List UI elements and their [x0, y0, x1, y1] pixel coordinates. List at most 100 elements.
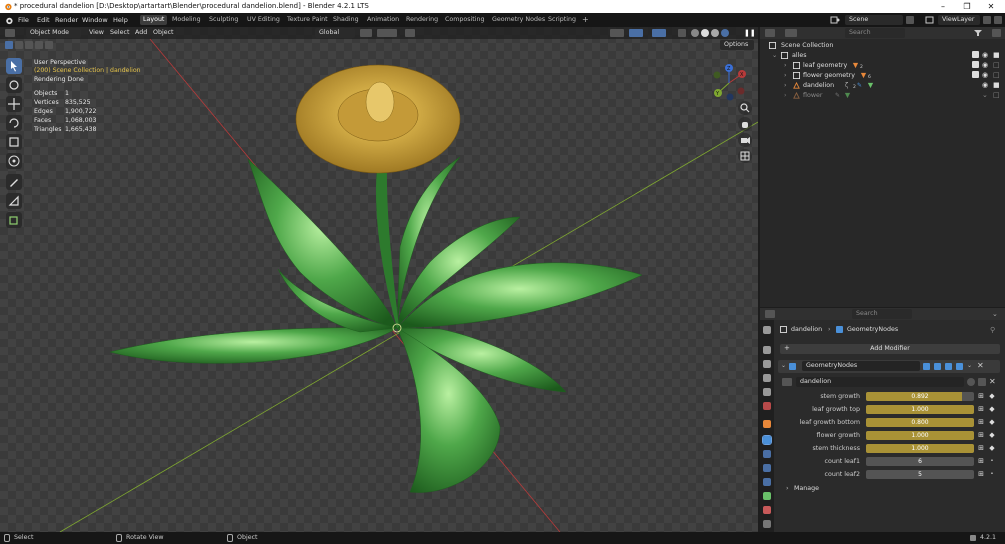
3d-viewport[interactable]: Object Mode View Select Add Object Globa… [0, 27, 758, 532]
tab-animation[interactable]: Animation [364, 15, 402, 25]
outliner-row-collection[interactable]: ⌄ alles ◉ ■ [760, 51, 1005, 61]
exclude-checkbox[interactable] [972, 61, 979, 68]
stem-thickness-slider[interactable]: 1.000 [866, 444, 974, 453]
keyframe-dot-icon[interactable]: • [988, 457, 996, 465]
modifier-menu-chevron-icon[interactable]: ⌄ [967, 362, 972, 369]
render-camera-icon[interactable]: □ [993, 71, 1000, 79]
pause-render-icon[interactable]: ❚❚ [744, 29, 756, 37]
viewport-menu-add[interactable]: Add [135, 29, 147, 36]
keyframe-icon[interactable]: ◆ [988, 418, 996, 426]
close-button[interactable]: ✕ [981, 1, 1001, 12]
eye-hidden-icon[interactable]: ⌄ [982, 91, 988, 99]
texture-tab-icon[interactable] [763, 520, 771, 528]
new-view-layer-icon[interactable] [983, 16, 991, 24]
pin-icon[interactable]: ⚲ [990, 326, 995, 334]
expand-chevron-icon[interactable]: ⌄ [772, 52, 777, 59]
camera-view-button[interactable] [738, 133, 752, 147]
overlay-toggle-icon[interactable] [652, 29, 666, 37]
node-socket-icon[interactable]: ⊞ [977, 431, 985, 439]
data-tab-icon[interactable] [763, 492, 771, 500]
duplicate-icon[interactable] [978, 378, 986, 386]
viewport-canvas[interactable] [0, 27, 758, 532]
annotate-tool[interactable] [6, 174, 22, 190]
menu-window[interactable]: Window [82, 16, 108, 24]
object-mode-dropdown[interactable]: Object Mode [26, 28, 81, 38]
select-box-tool[interactable] [6, 58, 22, 74]
render-camera-icon[interactable]: ■ [993, 81, 1000, 89]
measure-tool[interactable] [6, 193, 22, 209]
outliner-row-object[interactable]: › flower geometry 6 ◉ □ [760, 71, 1005, 81]
tab-rendering[interactable]: Rendering [403, 15, 441, 25]
navigation-gizmo[interactable]: X Y Z [708, 62, 750, 104]
render-camera-icon[interactable]: ■ [993, 51, 1000, 59]
view-layer-tab-icon[interactable] [763, 374, 771, 382]
expand-chevron-icon[interactable]: › [784, 72, 787, 79]
node-tree-icon[interactable] [782, 378, 792, 386]
outliner-row-scene-collection[interactable]: Scene Collection [760, 41, 1005, 51]
pan-view-button[interactable] [738, 117, 752, 131]
cursor-tool[interactable] [6, 77, 22, 93]
viewport-toggle-icon[interactable] [945, 363, 952, 370]
tool-tab-icon[interactable] [763, 326, 771, 334]
outliner-row-object[interactable]: › leaf geometry 2 ◉ □ [760, 61, 1005, 71]
modifier-header[interactable]: ⌄ GeometryNodes ⌄ ✕ [778, 360, 1000, 373]
flower-growth-slider[interactable]: 1.000 [866, 431, 974, 440]
shading-material-icon[interactable] [711, 29, 719, 37]
tab-modeling[interactable]: Modeling [169, 15, 204, 25]
menu-edit[interactable]: Edit [37, 16, 50, 24]
cage-toggle-icon[interactable] [934, 363, 941, 370]
select-subtract-icon[interactable] [25, 41, 33, 49]
node-socket-icon[interactable]: ⊞ [977, 418, 985, 426]
eye-icon[interactable]: ◉ [982, 51, 988, 59]
select-intersect-icon[interactable] [45, 41, 53, 49]
keyframe-icon[interactable]: ◆ [988, 431, 996, 439]
add-cube-tool[interactable] [6, 212, 22, 228]
render-camera-icon[interactable]: □ [993, 91, 1000, 99]
collapse-chevron-icon[interactable]: ⌄ [781, 362, 786, 369]
keyframe-icon[interactable]: ◆ [988, 444, 996, 452]
menu-help[interactable]: Help [113, 16, 128, 24]
transform-orientation-dropdown[interactable]: Global [315, 28, 355, 38]
gizmo-toggle-icon[interactable] [629, 29, 643, 37]
shading-solid-icon[interactable] [701, 29, 709, 37]
tab-scripting[interactable]: Scripting [545, 15, 579, 25]
pivot-icon[interactable] [360, 29, 372, 37]
select-invert-icon[interactable] [35, 41, 43, 49]
eye-icon[interactable]: ◉ [982, 81, 988, 89]
render-tab-icon[interactable] [763, 346, 771, 354]
viewport-menu-view[interactable]: View [89, 29, 104, 36]
blender-menu-icon[interactable] [4, 16, 13, 25]
count-leaf2-field[interactable]: 5 [866, 470, 974, 479]
shading-wireframe-icon[interactable] [691, 29, 699, 37]
add-workspace-button[interactable]: + [579, 14, 592, 24]
exclude-checkbox[interactable] [972, 71, 979, 78]
remove-view-layer-icon[interactable] [994, 16, 1002, 24]
node-socket-icon[interactable]: ⊞ [977, 457, 985, 465]
leaf-growth-bottom-slider[interactable]: 0.800 [866, 418, 974, 427]
ortho-toggle-button[interactable] [738, 149, 752, 163]
leaf-growth-top-slider[interactable]: 1.000 [866, 405, 974, 414]
tab-sculpting[interactable]: Sculpting [206, 15, 241, 25]
new-collection-icon[interactable] [992, 29, 1001, 37]
node-group-selector[interactable]: dandelion [796, 377, 964, 387]
expand-chevron-icon[interactable]: › [784, 92, 787, 99]
edit-mode-toggle-icon[interactable] [923, 363, 930, 370]
scale-tool[interactable] [6, 134, 22, 150]
node-socket-icon[interactable]: ⊞ [977, 444, 985, 452]
select-extend-icon[interactable] [15, 41, 23, 49]
view-layer-selector[interactable]: ViewLayer [938, 15, 980, 25]
expand-chevron-icon[interactable]: › [784, 62, 787, 69]
tab-uv-editing[interactable]: UV Editing [244, 15, 283, 25]
count-leaf1-field[interactable]: 6 [866, 457, 974, 466]
viewport-menu-object[interactable]: Object [153, 29, 174, 36]
properties-editor-type-icon[interactable] [765, 310, 775, 318]
properties-options-icon[interactable]: ⌄ [992, 310, 1000, 318]
scene-selector[interactable]: Scene [845, 15, 903, 25]
outliner-row-object[interactable]: › dandelion ζ 2 ✎ ◉ ■ [760, 81, 1005, 91]
menu-render[interactable]: Render [55, 16, 78, 24]
keyframe-icon[interactable]: ◆ [988, 392, 996, 400]
proportional-edit-icon[interactable] [405, 29, 415, 37]
outliner-search-input[interactable]: Search [845, 28, 905, 38]
properties-search-input[interactable]: Search [852, 309, 912, 319]
move-tool[interactable] [6, 96, 22, 112]
